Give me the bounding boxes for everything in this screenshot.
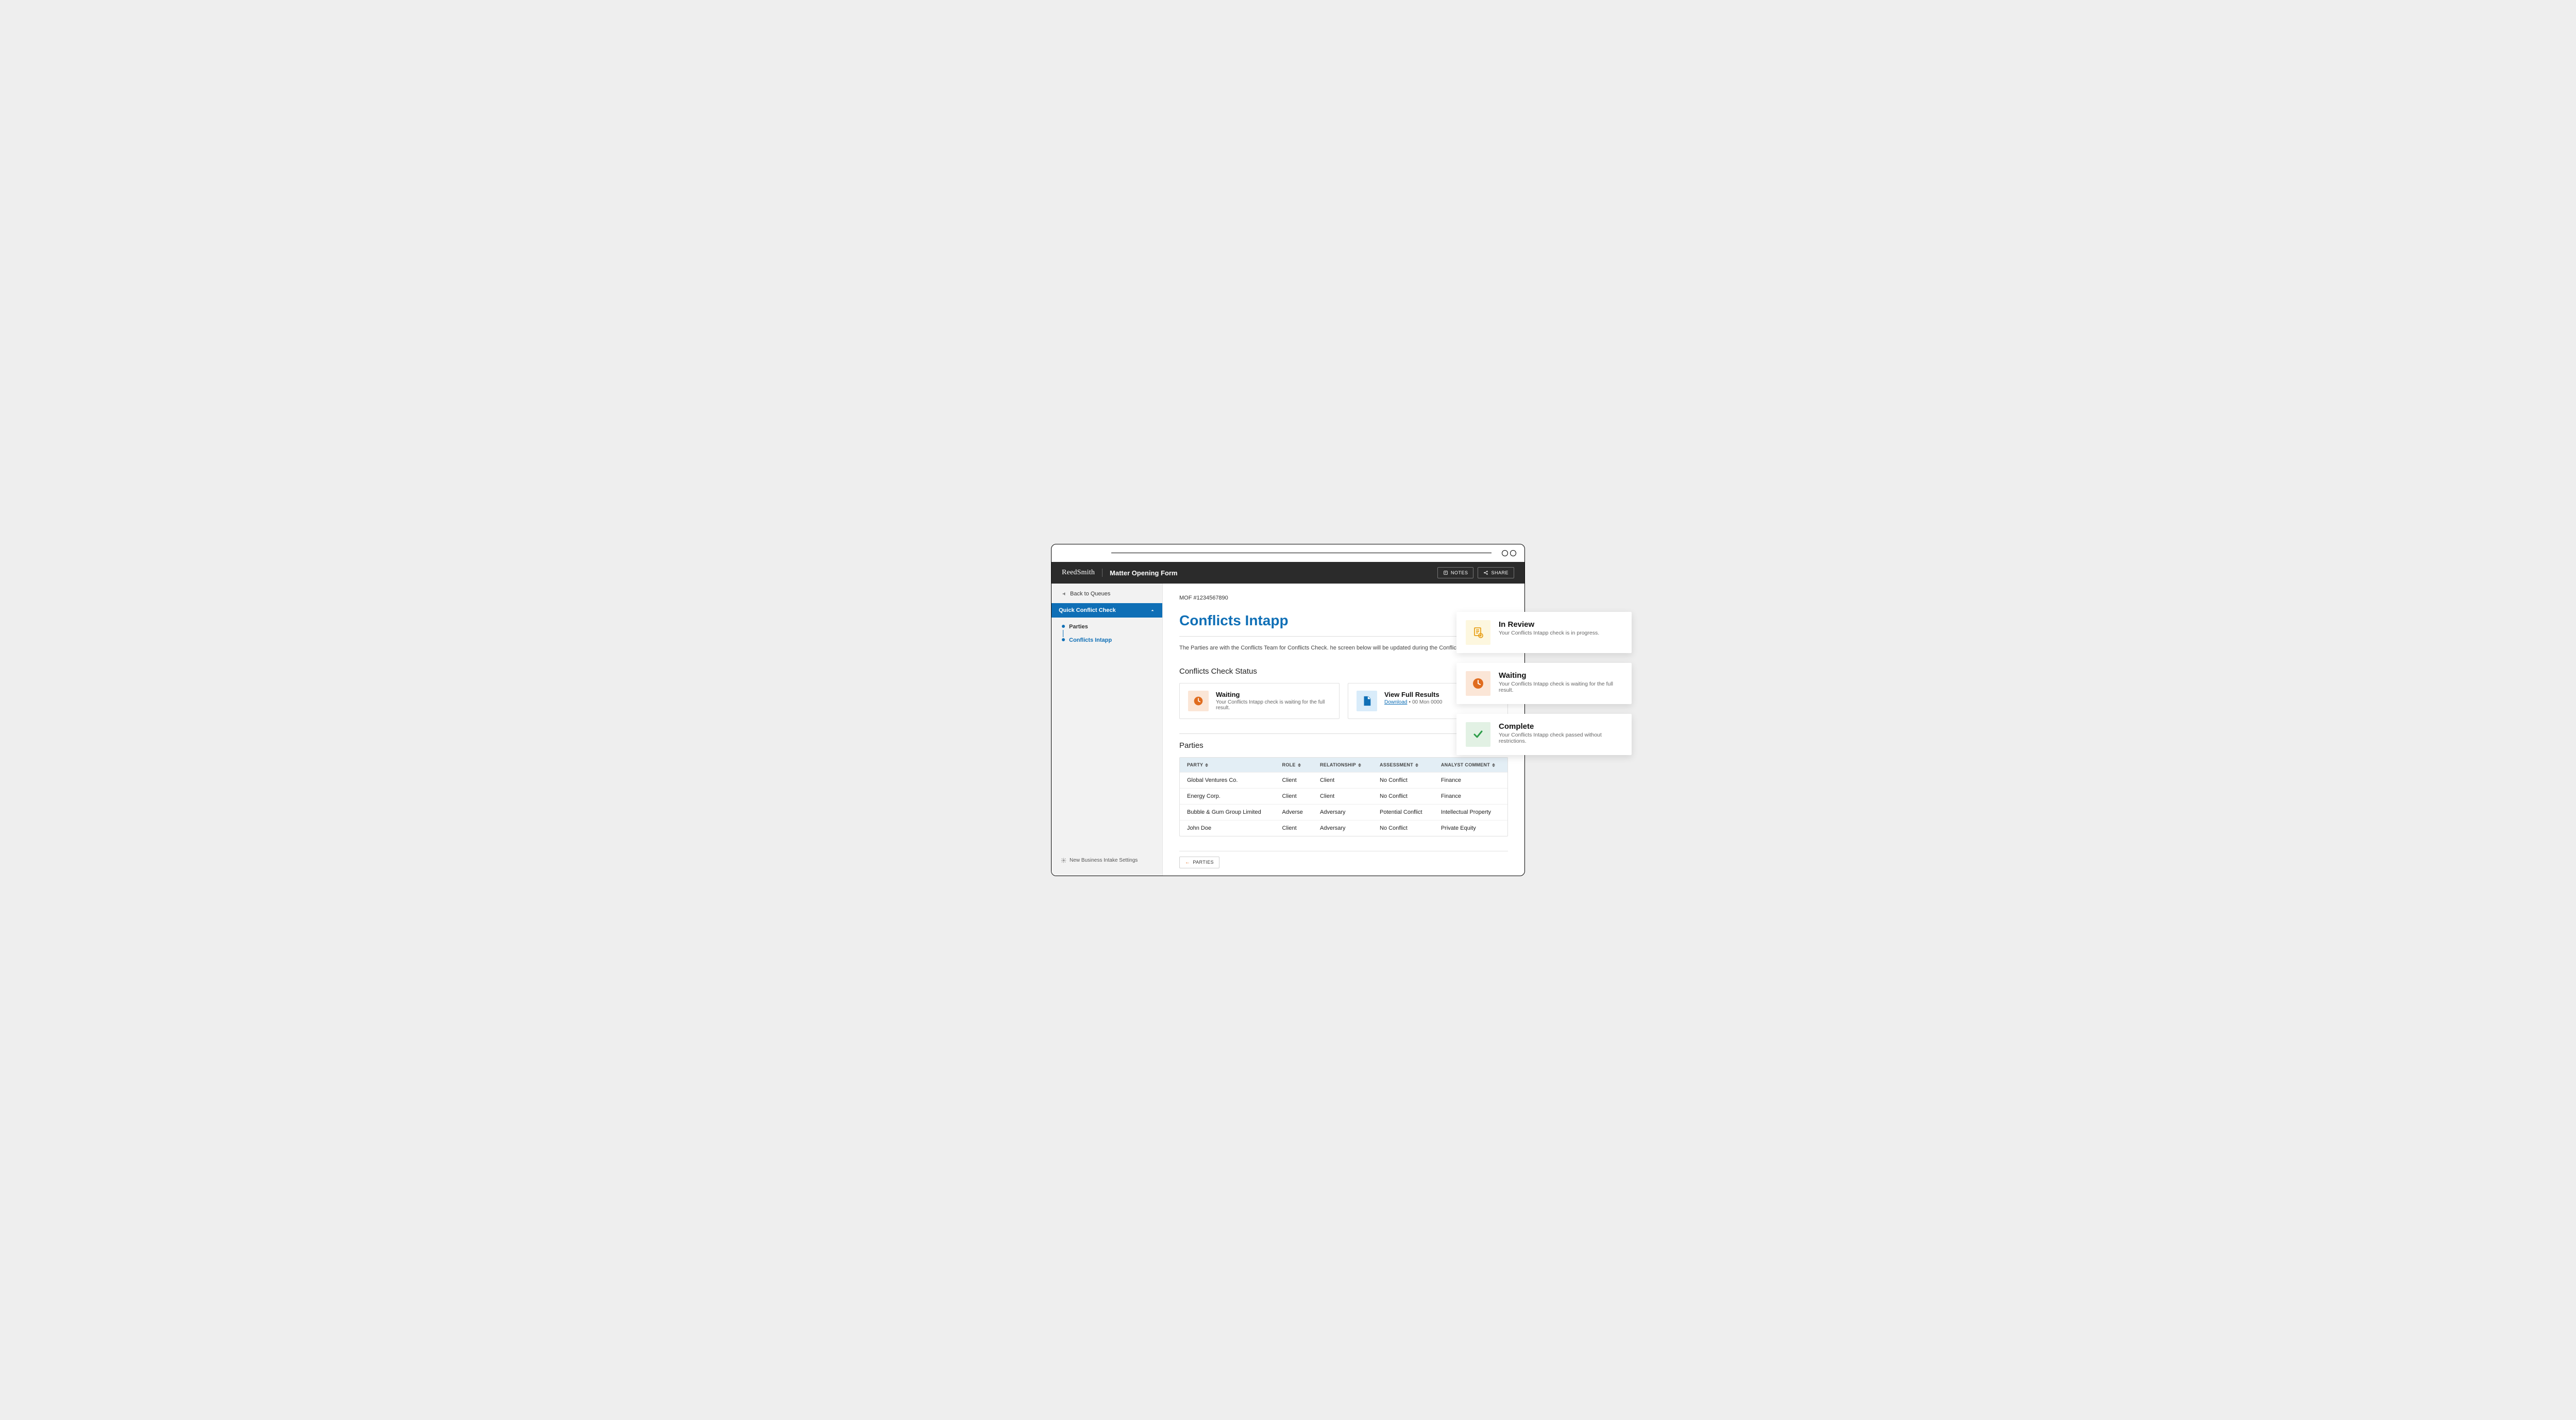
window-circle-1[interactable] bbox=[1502, 550, 1508, 556]
clock-icon bbox=[1466, 671, 1490, 696]
notes-button[interactable]: NOTES bbox=[1437, 567, 1474, 578]
share-button[interactable]: SHARE bbox=[1478, 567, 1514, 578]
parties-table: PARTY ROLE RELATIONSHIP ASSESSMENT ANALY… bbox=[1180, 758, 1507, 836]
sort-icon bbox=[1415, 763, 1418, 767]
table-row[interactable]: Global Ventures Co. Client Client No Con… bbox=[1180, 772, 1507, 788]
window-controls bbox=[1502, 550, 1516, 556]
back-to-queues-link[interactable]: Back to Queues bbox=[1052, 591, 1162, 603]
sort-icon bbox=[1492, 763, 1495, 767]
mof-id: MOF #1234567890 bbox=[1179, 595, 1508, 601]
notes-icon bbox=[1443, 570, 1448, 575]
status-card-waiting-float: Waiting Your Conflicts Intapp check is w… bbox=[1456, 663, 1632, 704]
svg-text:PDF: PDF bbox=[1365, 703, 1371, 706]
share-icon bbox=[1483, 570, 1488, 575]
window-circle-2[interactable] bbox=[1510, 550, 1516, 556]
results-date: 00 Mon 0000 bbox=[1412, 699, 1442, 705]
complete-title: Complete bbox=[1499, 722, 1622, 731]
status-card-complete: Complete Your Conflicts Intapp check pas… bbox=[1456, 714, 1632, 755]
app-header: ReedSmith Matter Opening Form NOTES SHAR… bbox=[1052, 562, 1524, 584]
sidebar: Back to Queues Quick Conflict Check Part… bbox=[1052, 584, 1163, 876]
col-analyst-comment[interactable]: ANALYST COMMENT bbox=[1434, 758, 1507, 773]
browser-window: ReedSmith Matter Opening Form NOTES SHAR… bbox=[1051, 544, 1525, 876]
table-row[interactable]: John Doe Client Adversary No Conflict Pr… bbox=[1180, 820, 1507, 836]
url-bar[interactable] bbox=[1111, 553, 1492, 554]
document-check-icon bbox=[1466, 620, 1490, 645]
arrow-left-icon bbox=[1062, 591, 1067, 596]
table-row[interactable]: Energy Corp. Client Client No Conflict F… bbox=[1180, 788, 1507, 804]
sort-icon bbox=[1298, 763, 1301, 767]
arrow-left-icon: ← bbox=[1185, 860, 1190, 865]
col-party[interactable]: PARTY bbox=[1180, 758, 1275, 773]
nav-section-quick-conflict[interactable]: Quick Conflict Check bbox=[1052, 603, 1162, 618]
brand-logo: ReedSmith bbox=[1062, 569, 1103, 577]
in-review-title: In Review bbox=[1499, 620, 1599, 629]
sort-icon bbox=[1205, 763, 1208, 767]
sort-icon bbox=[1358, 763, 1361, 767]
nav-item-parties[interactable]: Parties bbox=[1063, 623, 1155, 631]
waiting-float-title: Waiting bbox=[1499, 671, 1622, 680]
chevron-up-icon bbox=[1150, 608, 1155, 613]
complete-subtitle: Your Conflicts Intapp check passed witho… bbox=[1499, 732, 1622, 744]
waiting-title: Waiting bbox=[1216, 691, 1331, 698]
app-title: Matter Opening Form bbox=[1103, 569, 1177, 577]
notes-label: NOTES bbox=[1451, 570, 1468, 575]
parties-back-button[interactable]: ← PARTIES bbox=[1179, 857, 1219, 868]
parties-table-wrap: PARTY ROLE RELATIONSHIP ASSESSMENT ANALY… bbox=[1179, 757, 1508, 836]
col-role[interactable]: ROLE bbox=[1275, 758, 1313, 773]
gear-icon bbox=[1061, 858, 1066, 863]
nav-item-conflicts-intapp[interactable]: Conflicts Intapp bbox=[1063, 636, 1155, 644]
download-link[interactable]: Download bbox=[1384, 699, 1407, 705]
col-relationship[interactable]: RELATIONSHIP bbox=[1313, 758, 1372, 773]
status-card-waiting: Waiting Your Conflicts Intapp check is w… bbox=[1179, 683, 1340, 719]
col-assessment[interactable]: ASSESSMENT bbox=[1372, 758, 1434, 773]
parties-button-label: PARTIES bbox=[1193, 860, 1213, 865]
in-review-subtitle: Your Conflicts Intapp check is in progre… bbox=[1499, 630, 1599, 636]
table-header-row: PARTY ROLE RELATIONSHIP ASSESSMENT ANALY… bbox=[1180, 758, 1507, 773]
clock-icon bbox=[1188, 691, 1209, 711]
check-icon bbox=[1466, 722, 1490, 747]
sidebar-settings-link[interactable]: New Business Intake Settings bbox=[1052, 852, 1162, 868]
share-label: SHARE bbox=[1491, 570, 1509, 575]
waiting-subtitle: Your Conflicts Intapp check is waiting f… bbox=[1216, 699, 1331, 711]
sidebar-settings-label: New Business Intake Settings bbox=[1070, 858, 1138, 863]
back-label: Back to Queues bbox=[1070, 591, 1110, 597]
nav-items: Parties Conflicts Intapp bbox=[1052, 618, 1162, 649]
main-footer: ← PARTIES bbox=[1179, 851, 1508, 876]
status-card-in-review: In Review Your Conflicts Intapp check is… bbox=[1456, 612, 1632, 653]
nav-section-label: Quick Conflict Check bbox=[1059, 607, 1116, 613]
pdf-icon: PDF bbox=[1357, 691, 1377, 711]
browser-chrome bbox=[1052, 544, 1524, 562]
table-row[interactable]: Bubble & Gum Group Limited Adverse Adver… bbox=[1180, 804, 1507, 820]
waiting-float-subtitle: Your Conflicts Intapp check is waiting f… bbox=[1499, 681, 1622, 693]
